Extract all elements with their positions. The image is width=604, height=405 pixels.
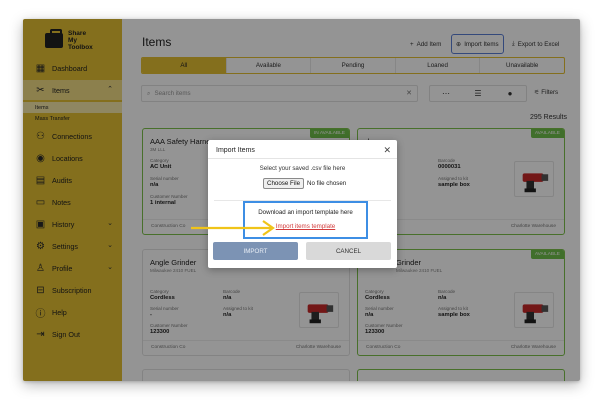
- app-window: Share My Toolbox ▦ Dashboard ✂ Items ⌃ Ite…: [23, 19, 580, 381]
- import-button[interactable]: IMPORT: [213, 242, 298, 260]
- template-prompt: Download an import template here: [258, 209, 353, 216]
- dialog-title: Import Items: [216, 147, 255, 154]
- file-input[interactable]: Choose File No file chosen: [263, 178, 346, 189]
- cancel-button[interactable]: CANCEL: [306, 242, 391, 260]
- dialog-prompt: Select your saved .csv file here: [259, 165, 346, 172]
- divider: [208, 158, 397, 159]
- close-icon[interactable]: ✕: [383, 145, 391, 156]
- file-status: No file chosen: [307, 180, 347, 187]
- choose-file-button[interactable]: Choose File: [263, 178, 305, 189]
- arrow-icon: [191, 220, 275, 236]
